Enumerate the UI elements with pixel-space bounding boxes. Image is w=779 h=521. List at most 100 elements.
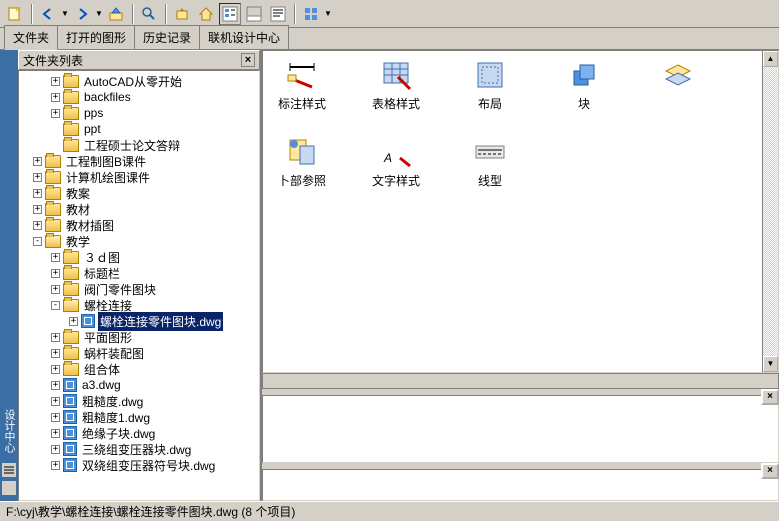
- back-button[interactable]: [37, 3, 59, 25]
- grid-item-label: 线型: [478, 172, 502, 189]
- expand-icon[interactable]: +: [51, 349, 60, 358]
- folder-icon: [63, 363, 79, 376]
- description-panel: [262, 469, 779, 501]
- expand-icon[interactable]: +: [51, 285, 60, 294]
- description-close-button[interactable]: ×: [761, 463, 779, 479]
- tree-view-button[interactable]: [219, 3, 241, 25]
- folder-tree-header: 文件夹列表 ×: [18, 50, 260, 70]
- expand-icon[interactable]: +: [33, 173, 42, 182]
- folder-tree-close-button[interactable]: ×: [241, 53, 255, 67]
- expand-icon[interactable]: +: [33, 205, 42, 214]
- folder-icon: [63, 139, 79, 152]
- grid-item-textstyle[interactable]: A文字样式: [365, 136, 427, 189]
- tree-node[interactable]: +阀门零件图块: [19, 281, 259, 297]
- tab-folders[interactable]: 文件夹: [4, 25, 58, 50]
- expand-icon[interactable]: +: [51, 109, 60, 118]
- tree-label: 组合体: [82, 360, 122, 379]
- properties-icon[interactable]: [2, 463, 16, 477]
- scroll-down-button[interactable]: ▼: [763, 356, 778, 372]
- new-file-button[interactable]: [4, 3, 26, 25]
- tree-node[interactable]: -教学: [19, 233, 259, 249]
- icon-grid[interactable]: 标注样式 表格样式布局块卜部参照 A文字样式线型: [263, 51, 778, 197]
- expand-icon[interactable]: +: [51, 93, 60, 102]
- description-button[interactable]: [267, 3, 289, 25]
- expand-icon[interactable]: +: [51, 77, 60, 86]
- xref-icon: [286, 136, 318, 168]
- folder-icon: [45, 203, 61, 216]
- expand-icon[interactable]: +: [51, 413, 60, 422]
- folder-tree[interactable]: +AutoCAD从零开始+backfiles+ppsppt工程硕士论文答辩+工程…: [18, 70, 260, 501]
- tree-node[interactable]: +计算机绘图课件: [19, 169, 259, 185]
- grid-item-layer[interactable]: [647, 59, 709, 112]
- tree-node[interactable]: +pps: [19, 105, 259, 121]
- views-button[interactable]: [300, 3, 322, 25]
- grid-item-label: 文字样式: [372, 172, 420, 189]
- tab-dc-online[interactable]: 联机设计中心: [199, 25, 289, 49]
- preview-button[interactable]: [243, 3, 265, 25]
- grid-item-label: 标注样式: [278, 95, 326, 112]
- grid-item-block[interactable]: 块: [553, 59, 615, 112]
- expand-icon[interactable]: +: [33, 221, 42, 230]
- grid-item-label: 块: [578, 95, 590, 112]
- expand-icon[interactable]: +: [69, 317, 78, 326]
- dwg-file-icon: [81, 314, 95, 328]
- collapse-icon[interactable]: -: [33, 237, 42, 246]
- expand-icon[interactable]: +: [51, 397, 60, 406]
- expand-icon[interactable]: +: [51, 333, 60, 342]
- grid-item-layout[interactable]: 布局: [459, 59, 521, 112]
- expand-icon[interactable]: +: [33, 189, 42, 198]
- grid-item-xref[interactable]: 卜部参照: [271, 136, 333, 189]
- expand-icon[interactable]: +: [51, 445, 60, 454]
- home-button[interactable]: [195, 3, 217, 25]
- grid-item-tablestyle[interactable]: 表格样式: [365, 59, 427, 112]
- favorites-button[interactable]: [171, 3, 193, 25]
- scroll-track[interactable]: [763, 67, 778, 356]
- forward-dropdown[interactable]: ▼: [95, 9, 103, 18]
- grid-item-dimstyle[interactable]: 标注样式: [271, 59, 333, 112]
- tree-node[interactable]: +教材: [19, 201, 259, 217]
- up-button[interactable]: [105, 3, 127, 25]
- expand-icon[interactable]: +: [51, 381, 60, 390]
- tree-node[interactable]: +蜗杆装配图: [19, 345, 259, 361]
- dwg-file-icon: [63, 426, 77, 440]
- collapse-icon[interactable]: -: [51, 301, 60, 310]
- back-dropdown[interactable]: ▼: [61, 9, 69, 18]
- tab-history[interactable]: 历史记录: [134, 25, 200, 49]
- dwg-file-icon: [63, 442, 77, 456]
- vertical-scrollbar[interactable]: ▲ ▼: [762, 51, 778, 372]
- expand-icon[interactable]: +: [33, 157, 42, 166]
- search-button[interactable]: [138, 3, 160, 25]
- status-bar: F:\cyj\教学\螺栓连接\螺栓连接零件图块.dwg (8 个项目): [0, 501, 779, 521]
- scroll-up-button[interactable]: ▲: [763, 51, 778, 67]
- expand-icon[interactable]: +: [51, 269, 60, 278]
- tree-node[interactable]: +教案: [19, 185, 259, 201]
- tree-node[interactable]: +３ｄ图: [19, 249, 259, 265]
- tree-label: backfiles: [82, 89, 133, 105]
- tree-node[interactable]: + AutoCAD从零开始: [19, 73, 259, 89]
- views-dropdown[interactable]: ▼: [324, 9, 332, 18]
- block-icon: [568, 59, 600, 91]
- dwg-file-icon: [63, 378, 77, 392]
- tree-node[interactable]: +教材插图: [19, 217, 259, 233]
- tree-node[interactable]: + backfiles: [19, 89, 259, 105]
- dwg-file-icon: [63, 394, 77, 408]
- separator: [132, 4, 133, 24]
- tree-node[interactable]: +螺栓连接零件图块.dwg: [19, 313, 259, 329]
- preview-panel: [262, 395, 779, 463]
- expand-icon[interactable]: +: [51, 461, 60, 470]
- auto-hide-icon[interactable]: [2, 481, 16, 495]
- tree-label: AutoCAD从零开始: [82, 72, 184, 91]
- expand-icon[interactable]: +: [51, 429, 60, 438]
- palette-title-bar[interactable]: 设计中心: [0, 50, 18, 501]
- folder-icon: [63, 283, 79, 296]
- expand-icon[interactable]: +: [51, 253, 60, 262]
- tablestyle-icon: [380, 59, 412, 91]
- horizontal-scrollbar[interactable]: [262, 373, 779, 389]
- forward-button[interactable]: [71, 3, 93, 25]
- tree-node[interactable]: +双绕组变压器符号块.dwg: [19, 457, 259, 473]
- tab-open-drawings[interactable]: 打开的图形: [57, 25, 135, 49]
- expand-icon[interactable]: +: [51, 365, 60, 374]
- preview-close-button[interactable]: ×: [761, 389, 779, 405]
- grid-item-linetype[interactable]: 线型: [459, 136, 521, 189]
- tree-node[interactable]: + 组合体: [19, 361, 259, 377]
